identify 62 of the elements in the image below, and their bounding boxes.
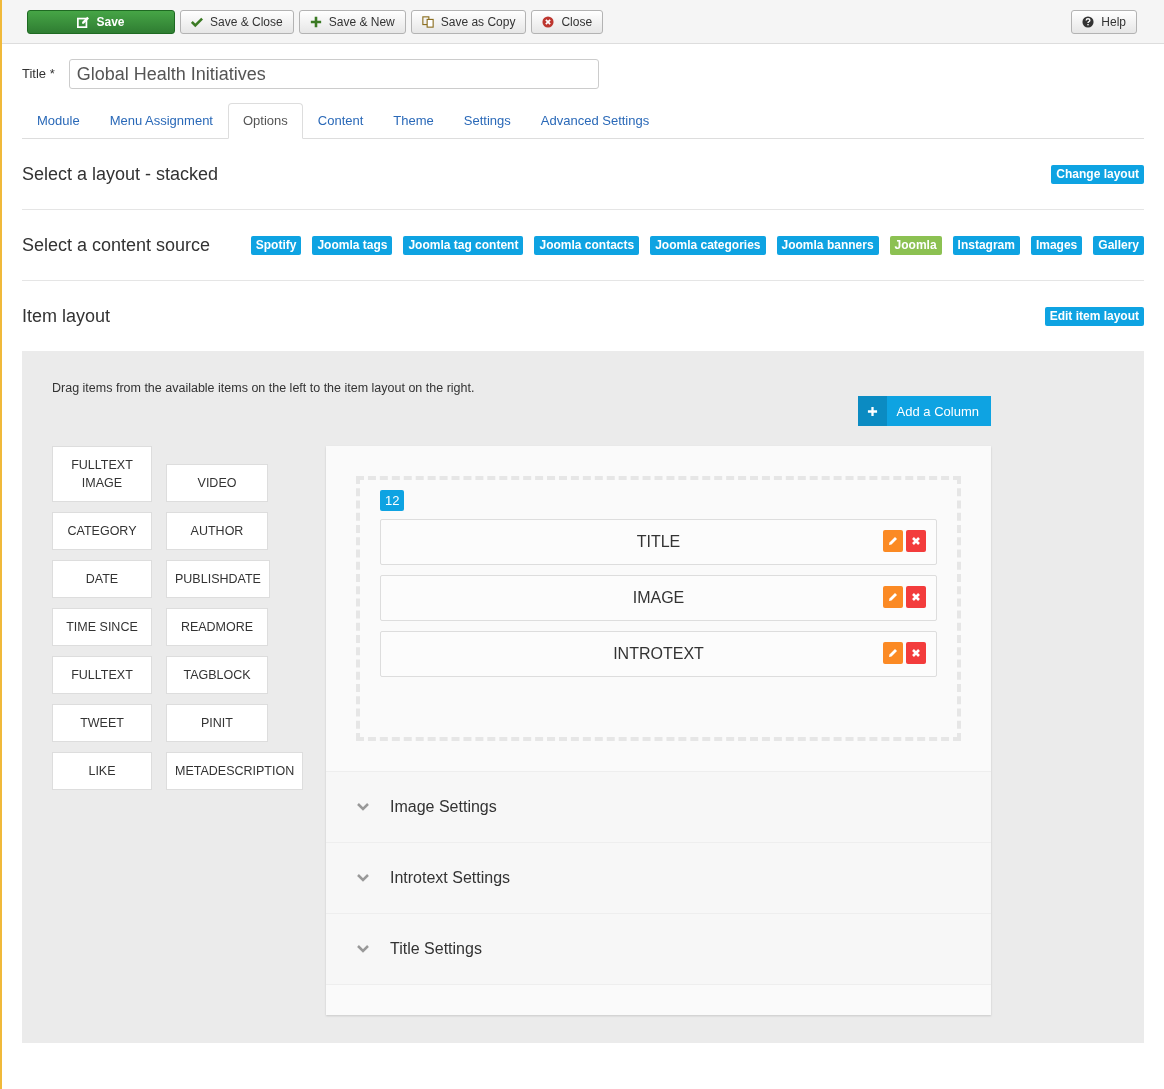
toolbar-button[interactable]: Save & Close bbox=[180, 9, 294, 34]
plus-icon bbox=[866, 405, 878, 417]
title-input[interactable]: Global Health Initiatives bbox=[68, 59, 599, 89]
copy-icon bbox=[421, 15, 434, 28]
plus-icon bbox=[309, 15, 322, 28]
layout-item[interactable]: TITLE bbox=[380, 519, 937, 565]
layout-item[interactable]: IMAGE bbox=[380, 575, 937, 621]
instructions-text: Drag items from the available items on the left to the item layout on the right. bbox=[52, 381, 476, 395]
chevron-down-icon bbox=[356, 873, 370, 883]
available-item[interactable]: VIDEO bbox=[166, 464, 268, 502]
edit-button[interactable] bbox=[883, 642, 903, 664]
available-item[interactable]: FULLTEXT bbox=[52, 656, 152, 694]
section-heading: Select a layout - stacked bbox=[22, 163, 219, 185]
remove-button[interactable] bbox=[906, 642, 926, 664]
tab[interactable]: Menu Assignment bbox=[94, 103, 228, 139]
help-button[interactable]: Help bbox=[1071, 9, 1137, 34]
toolbar-button[interactable]: Save bbox=[27, 9, 175, 34]
toolbar-button[interactable]: Close bbox=[531, 9, 604, 34]
available-item[interactable]: PINIT bbox=[166, 704, 268, 742]
settings-accordion[interactable]: Title Settings bbox=[326, 914, 991, 985]
available-item[interactable]: TIME SINCE bbox=[52, 608, 152, 646]
settings-accordion[interactable]: Introtext Settings bbox=[326, 843, 991, 914]
close-icon bbox=[910, 535, 922, 547]
available-item[interactable]: METADESCRIPTION bbox=[166, 752, 304, 790]
chevron-down-icon bbox=[356, 944, 370, 954]
available-item[interactable]: FULLTEXT IMAGE bbox=[52, 446, 152, 502]
available-item[interactable]: TAGBLOCK bbox=[166, 656, 268, 694]
toolbar-button[interactable]: Save as Copy bbox=[410, 9, 527, 34]
section-heading: Select a content source bbox=[22, 234, 211, 256]
close-icon bbox=[910, 591, 922, 603]
available-item[interactable]: CATEGORY bbox=[52, 512, 152, 550]
tab[interactable]: Theme bbox=[378, 103, 449, 139]
checkmark-icon bbox=[191, 15, 203, 28]
edit-icon bbox=[77, 15, 90, 28]
edit-button[interactable] bbox=[883, 530, 903, 552]
available-item[interactable]: AUTHOR bbox=[166, 512, 268, 550]
column-width-badge: 12 bbox=[380, 490, 405, 511]
tab[interactable]: Advanced Settings bbox=[525, 103, 665, 139]
available-item[interactable]: DATE bbox=[52, 560, 152, 598]
tab[interactable]: Settings bbox=[448, 103, 526, 139]
remove-button[interactable] bbox=[906, 586, 926, 608]
layout-item[interactable]: INTROTEXT bbox=[380, 631, 937, 677]
tab[interactable]: Options bbox=[228, 103, 303, 139]
settings-accordion[interactable]: Image Settings bbox=[326, 772, 991, 843]
pencil-icon bbox=[887, 647, 899, 659]
pencil-icon bbox=[887, 591, 899, 603]
chevron-down-icon bbox=[356, 802, 370, 812]
edit-button[interactable] bbox=[883, 586, 903, 608]
available-item[interactable]: PUBLISHDATE bbox=[166, 560, 270, 598]
available-item[interactable]: TWEET bbox=[52, 704, 152, 742]
pencil-icon bbox=[887, 535, 899, 547]
tab[interactable]: Content bbox=[302, 103, 379, 139]
toolbar-button[interactable]: Save & New bbox=[298, 9, 406, 34]
available-item[interactable]: READMORE bbox=[166, 608, 268, 646]
help-icon bbox=[1082, 15, 1095, 28]
title-label: Title * bbox=[22, 65, 55, 81]
section-heading: Item layout bbox=[22, 305, 111, 327]
available-item[interactable]: LIKE bbox=[52, 752, 152, 790]
tab[interactable]: Module bbox=[22, 103, 95, 139]
close-icon bbox=[542, 15, 555, 28]
close-icon bbox=[910, 647, 922, 659]
remove-button[interactable] bbox=[906, 530, 926, 552]
